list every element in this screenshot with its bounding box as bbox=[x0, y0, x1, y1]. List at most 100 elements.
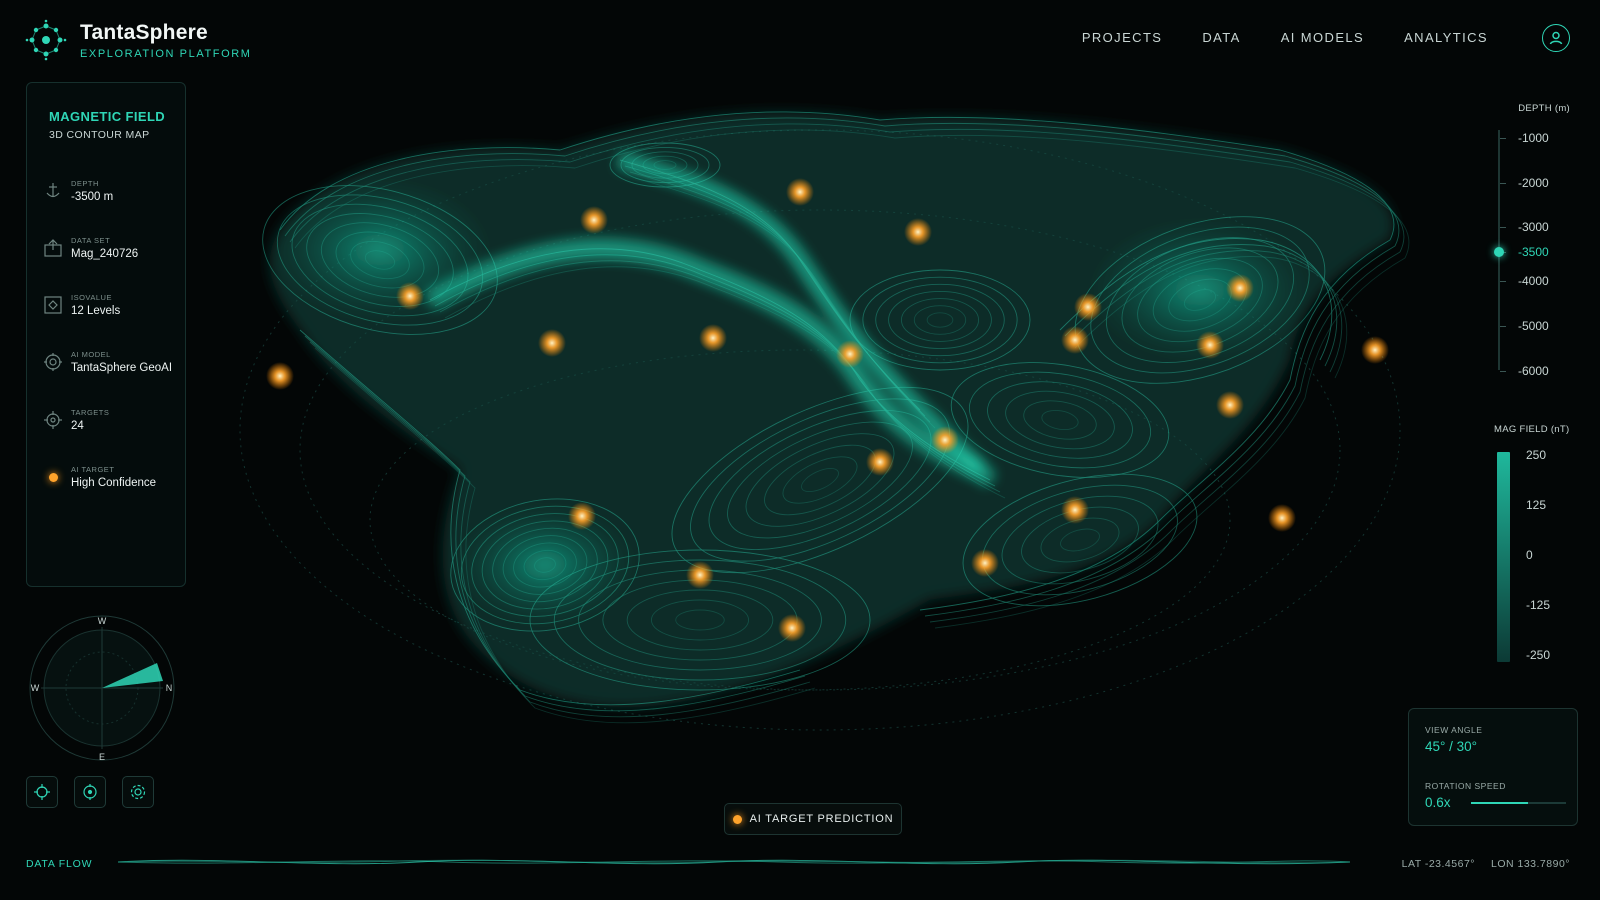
ai-target-marker[interactable] bbox=[1268, 504, 1296, 532]
view-angle-value: 45° / 30° bbox=[1425, 739, 1478, 754]
nav-projects[interactable]: PROJECTS bbox=[1082, 30, 1163, 45]
field-info-panel: MAGNETIC FIELD 3D CONTOUR MAP DEPTH -3500… bbox=[26, 82, 186, 587]
param-depth: DEPTH -3500 m bbox=[41, 179, 181, 203]
rotation-speed-label: ROTATION SPEED bbox=[1425, 781, 1506, 791]
ai-target-marker[interactable] bbox=[1361, 336, 1389, 364]
add-target-icon bbox=[34, 784, 50, 800]
ai-target-legend[interactable]: AI TARGET PREDICTION bbox=[724, 803, 902, 835]
depth-tick-label: -5000 bbox=[1518, 319, 1549, 333]
depth-tick bbox=[1500, 326, 1506, 327]
ai-target-marker[interactable] bbox=[1061, 496, 1089, 524]
view-controls-panel: VIEW ANGLE 45° / 30° ROTATION SPEED 0.6x bbox=[1408, 708, 1578, 826]
ai-target-legend-label: AI TARGET PREDICTION bbox=[749, 813, 894, 825]
param-targets: TARGETS 24 bbox=[41, 408, 181, 432]
orientation-compass[interactable]: W W N E bbox=[27, 613, 177, 763]
ai-model-value: TantaSphere GeoAI bbox=[71, 362, 173, 374]
depth-tick bbox=[1500, 227, 1506, 228]
mag-tick-label: -250 bbox=[1526, 648, 1551, 662]
ai-target-marker[interactable] bbox=[904, 218, 932, 246]
ai-target-marker[interactable] bbox=[538, 329, 566, 357]
rotation-speed-slider[interactable] bbox=[1471, 802, 1566, 804]
mag-tick-label: 125 bbox=[1526, 498, 1547, 512]
crosshair-icon bbox=[83, 784, 97, 800]
panel-title: MAGNETIC FIELD bbox=[49, 109, 166, 124]
targets-icon bbox=[41, 408, 65, 432]
user-profile-button[interactable] bbox=[1542, 24, 1570, 52]
rotation-speed-fill bbox=[1471, 802, 1528, 804]
isovalue-icon bbox=[41, 293, 65, 317]
depth-tick bbox=[1500, 183, 1506, 184]
depth-tick bbox=[1500, 138, 1506, 139]
param-ai-target: AI TARGET High Confidence bbox=[41, 465, 181, 489]
crosshair-button[interactable] bbox=[74, 776, 106, 808]
magnetic-contour-visualization[interactable] bbox=[0, 0, 1600, 900]
ai-target-marker[interactable] bbox=[1226, 274, 1254, 302]
mag-tick-label: 250 bbox=[1526, 448, 1547, 462]
param-ai-model: AI MODEL TantaSphere GeoAI bbox=[41, 350, 181, 374]
depth-tick bbox=[1500, 371, 1506, 372]
nav-ai-models[interactable]: AI MODELS bbox=[1281, 30, 1364, 45]
ai-target-marker[interactable] bbox=[699, 324, 727, 352]
compass-label-top: W bbox=[98, 616, 107, 626]
ai-target-marker[interactable] bbox=[1074, 293, 1102, 321]
ai-target-marker[interactable] bbox=[778, 614, 806, 642]
nav-analytics[interactable]: ANALYTICS bbox=[1404, 30, 1488, 45]
compass-label-bottom: E bbox=[99, 752, 105, 762]
latitude-readout: LAT -23.4567° bbox=[1401, 858, 1475, 870]
depth-tick-label: -2000 bbox=[1518, 176, 1549, 190]
depth-value: -3500 m bbox=[71, 191, 114, 203]
ai-target-marker[interactable] bbox=[836, 340, 864, 368]
ai-target-marker[interactable] bbox=[1196, 331, 1224, 359]
ai-target-dot-icon bbox=[732, 814, 742, 824]
ai-target-marker[interactable] bbox=[866, 448, 894, 476]
targets-value: 24 bbox=[71, 420, 84, 432]
mag-scale-title: MAG FIELD (nT) bbox=[1494, 424, 1570, 435]
target-dot-icon bbox=[41, 465, 65, 489]
depth-tick-label: -6000 bbox=[1518, 364, 1549, 378]
isovalue-value: 12 Levels bbox=[71, 305, 121, 317]
ai-target-marker[interactable] bbox=[931, 426, 959, 454]
dataset-value: Mag_240726 bbox=[71, 248, 139, 260]
depth-tick-label: -4000 bbox=[1518, 274, 1549, 288]
brand-name: TantaSphere bbox=[80, 20, 208, 44]
ai-target-marker[interactable] bbox=[786, 178, 814, 206]
brand-logo[interactable]: TantaSphere EXPLORATION PLATFORM bbox=[24, 18, 252, 62]
ai-target-marker[interactable] bbox=[580, 206, 608, 234]
mag-tick-label: -125 bbox=[1526, 598, 1551, 612]
settings-button[interactable] bbox=[122, 776, 154, 808]
depth-tick-label: -3000 bbox=[1518, 220, 1549, 234]
compass-label-left: W bbox=[31, 683, 40, 693]
main-nav: PROJECTS DATA AI MODELS ANALYTICS bbox=[1082, 30, 1488, 45]
sphere-logo-icon bbox=[25, 19, 67, 61]
nav-data[interactable]: DATA bbox=[1202, 30, 1240, 45]
ai-target-marker[interactable] bbox=[1061, 326, 1089, 354]
param-dataset: DATA SET Mag_240726 bbox=[41, 236, 181, 260]
user-icon bbox=[1549, 31, 1563, 45]
ai-target-marker[interactable] bbox=[971, 549, 999, 577]
depth-slider-handle[interactable] bbox=[1494, 247, 1504, 257]
depth-tick bbox=[1500, 281, 1506, 282]
ai-target-marker[interactable] bbox=[1216, 391, 1244, 419]
depth-tick-label: -1000 bbox=[1518, 131, 1549, 145]
add-target-button[interactable] bbox=[26, 776, 58, 808]
mag-tick-label: 0 bbox=[1526, 548, 1533, 562]
panel-subtitle: 3D CONTOUR MAP bbox=[49, 129, 150, 141]
compass-label-right: N bbox=[166, 683, 173, 693]
depth-tick-label: -3500 bbox=[1518, 245, 1549, 259]
param-isovalue: ISOVALUE 12 Levels bbox=[41, 293, 181, 317]
depth-scale-title: DEPTH (m) bbox=[1518, 103, 1570, 114]
depth-anchor-icon bbox=[41, 179, 65, 203]
ai-target-value: High Confidence bbox=[71, 477, 157, 489]
data-flow-label: DATA FLOW bbox=[26, 858, 93, 870]
ai-target-marker[interactable] bbox=[686, 561, 714, 589]
ai-target-marker[interactable] bbox=[266, 362, 294, 390]
ai-target-marker[interactable] bbox=[396, 282, 424, 310]
ai-target-marker[interactable] bbox=[568, 502, 596, 530]
dataset-icon bbox=[41, 236, 65, 260]
settings-gear-icon bbox=[130, 784, 146, 800]
view-angle-label: VIEW ANGLE bbox=[1425, 725, 1483, 735]
coordinates-readout: LAT -23.4567° LON 133.7890° bbox=[1402, 858, 1570, 870]
brand-subtitle: EXPLORATION PLATFORM bbox=[80, 47, 252, 60]
rotation-speed-value: 0.6x bbox=[1425, 795, 1451, 810]
ai-model-icon bbox=[41, 350, 65, 374]
